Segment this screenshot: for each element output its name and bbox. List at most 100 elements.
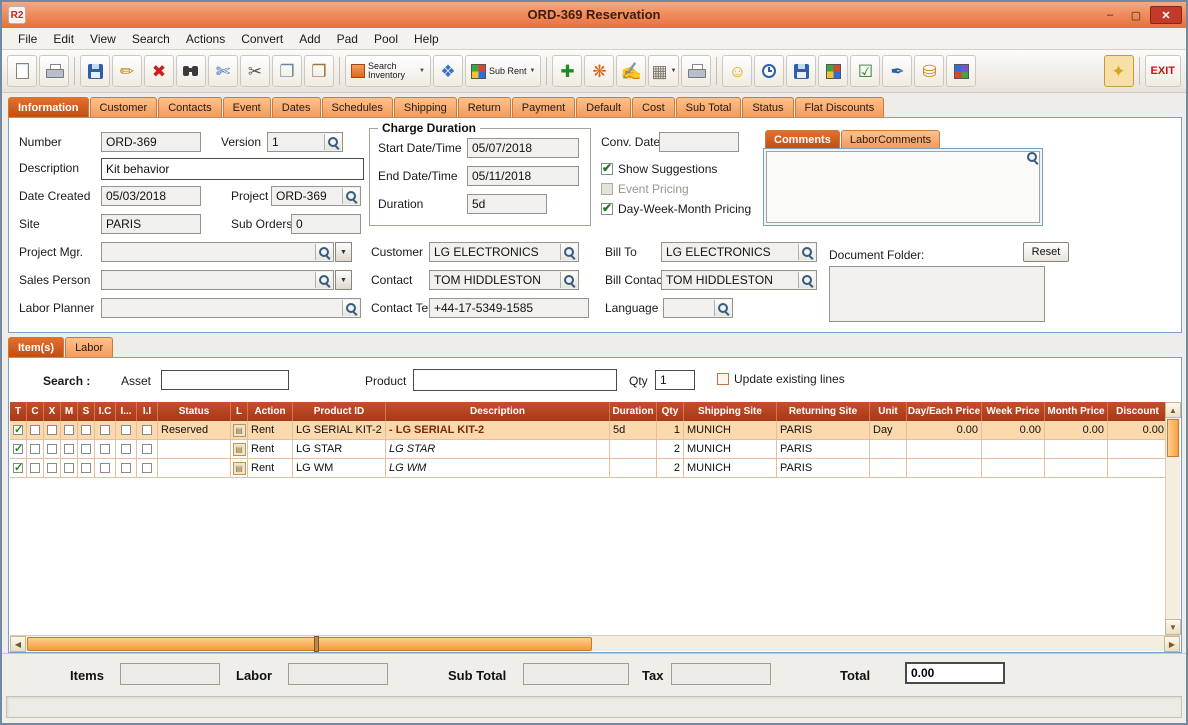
menu-item-pool[interactable]: Pool bbox=[366, 29, 406, 49]
row-checkbox[interactable] bbox=[13, 423, 23, 436]
tab-return[interactable]: Return bbox=[457, 97, 511, 117]
contact-field[interactable]: TOM HIDDLESTON bbox=[429, 270, 579, 290]
conv-date-field[interactable] bbox=[659, 132, 739, 152]
column-header-20[interactable]: Month Price bbox=[1045, 402, 1108, 421]
row-checkbox[interactable] bbox=[142, 444, 152, 454]
bill-contact-field[interactable]: TOM HIDDLESTON bbox=[661, 270, 817, 290]
delete-button[interactable]: ✖ bbox=[144, 55, 174, 87]
menu-item-actions[interactable]: Actions bbox=[178, 29, 233, 49]
version-search-button[interactable] bbox=[324, 134, 341, 150]
tab-schedules[interactable]: Schedules bbox=[321, 97, 393, 117]
table-row[interactable]: Reserved▤RentLG SERIAL KIT-2- LG SERIAL … bbox=[10, 421, 1168, 440]
bill-to-field[interactable]: LG ELECTRONICS bbox=[661, 242, 817, 262]
grid-view-button[interactable]: ▦ ▼ bbox=[648, 55, 680, 87]
table-row[interactable]: ▤RentLG WMLG WM2MUNICHPARIS bbox=[10, 459, 1168, 478]
language-field[interactable] bbox=[663, 298, 733, 318]
tab-sub-total[interactable]: Sub Total bbox=[675, 97, 742, 117]
sales-person-dropdown-button[interactable]: ▼ bbox=[335, 270, 352, 290]
search-inventory-button[interactable]: Search Inventory ▼ bbox=[345, 55, 431, 87]
edit-button[interactable]: ✏ bbox=[112, 55, 142, 87]
show-suggestions-checkbox[interactable]: Show Suggestions bbox=[601, 161, 717, 176]
column-header-6[interactable]: I... bbox=[116, 402, 137, 421]
column-header-13[interactable]: Duration bbox=[610, 402, 657, 421]
line-detail-icon[interactable]: ▤ bbox=[232, 442, 246, 456]
cut-button[interactable]: ✂ bbox=[240, 55, 270, 87]
column-header-8[interactable]: Status bbox=[158, 402, 231, 421]
document-folder-box[interactable] bbox=[829, 266, 1045, 322]
day-week-month-pricing-checkbox[interactable]: Day-Week-Month Pricing bbox=[601, 201, 751, 216]
column-header-15[interactable]: Shipping Site bbox=[684, 402, 777, 421]
scroll-right-button[interactable]: ▶ bbox=[1164, 636, 1180, 652]
project-mgr-field[interactable] bbox=[101, 242, 334, 262]
event-pricing-checkbox[interactable]: Event Pricing bbox=[601, 182, 689, 196]
scroll-left-button[interactable]: ◀ bbox=[10, 636, 26, 652]
comments-box[interactable] bbox=[763, 148, 1043, 226]
magic-wand-button[interactable]: ✦ bbox=[1103, 55, 1134, 87]
tab-customer[interactable]: Customer bbox=[89, 97, 158, 117]
menu-item-convert[interactable]: Convert bbox=[233, 29, 291, 49]
row-checkbox[interactable] bbox=[100, 444, 110, 454]
row-checkbox[interactable] bbox=[121, 444, 131, 454]
checklist-button[interactable]: ☑ bbox=[850, 55, 881, 87]
column-header-9[interactable]: L bbox=[231, 402, 248, 421]
site-field[interactable]: PARIS bbox=[101, 214, 201, 234]
column-header-2[interactable]: X bbox=[44, 402, 61, 421]
row-checkbox[interactable] bbox=[47, 463, 57, 473]
dropdown-arrow-icon[interactable]: ▼ bbox=[529, 68, 535, 74]
row-checkbox[interactable] bbox=[47, 425, 57, 435]
comments-text-area[interactable] bbox=[766, 151, 1040, 223]
line-detail-icon[interactable]: ▤ bbox=[232, 461, 246, 475]
duration-field[interactable]: 5d bbox=[467, 194, 547, 214]
menu-item-help[interactable]: Help bbox=[406, 29, 447, 49]
update-existing-lines-checkbox[interactable]: Update existing lines bbox=[717, 372, 845, 386]
asset-input[interactable] bbox=[161, 370, 289, 390]
tab-default[interactable]: Default bbox=[576, 97, 632, 117]
tab-event[interactable]: Event bbox=[222, 97, 271, 117]
tab-shipping[interactable]: Shipping bbox=[393, 97, 457, 117]
history-button[interactable] bbox=[754, 55, 785, 87]
scroll-down-button[interactable]: ▼ bbox=[1165, 619, 1181, 635]
cut-line-button[interactable]: ✄ bbox=[208, 55, 238, 87]
column-header-17[interactable]: Unit bbox=[870, 402, 907, 421]
column-header-3[interactable]: M bbox=[61, 402, 78, 421]
tab-information[interactable]: Information bbox=[8, 97, 89, 117]
utilities-button[interactable] bbox=[818, 55, 849, 87]
row-checkbox[interactable] bbox=[64, 463, 74, 473]
vertical-scroll-thumb[interactable] bbox=[1167, 419, 1179, 457]
bill-to-search-button[interactable] bbox=[798, 244, 815, 260]
print-list-button[interactable] bbox=[681, 55, 712, 87]
line-detail-icon[interactable]: ▤ bbox=[232, 423, 246, 437]
comments-search-icon[interactable] bbox=[1027, 152, 1038, 163]
row-checkbox[interactable] bbox=[30, 463, 40, 473]
vertical-scrollbar[interactable]: ▲ ▼ bbox=[1165, 402, 1181, 635]
row-checkbox[interactable] bbox=[30, 425, 40, 435]
tab-comments[interactable]: Comments bbox=[765, 130, 840, 148]
tab-payment[interactable]: Payment bbox=[511, 97, 576, 117]
column-header-11[interactable]: Product ID bbox=[293, 402, 386, 421]
crew-button[interactable]: ❋ bbox=[584, 55, 615, 87]
row-checkbox[interactable] bbox=[81, 463, 91, 473]
number-field[interactable]: ORD-369 bbox=[101, 132, 201, 152]
modules-button[interactable] bbox=[946, 55, 977, 87]
row-checkbox[interactable] bbox=[142, 463, 152, 473]
description-field[interactable]: Kit behavior bbox=[101, 158, 364, 180]
horizontal-scrollbar[interactable]: ◀ ▶ bbox=[10, 635, 1180, 652]
pen-button[interactable]: ✒ bbox=[882, 55, 913, 87]
menu-item-view[interactable]: View bbox=[82, 29, 124, 49]
column-header-16[interactable]: Returning Site bbox=[777, 402, 870, 421]
add-line-button[interactable]: ✚ bbox=[552, 55, 583, 87]
tab-labor[interactable]: Labor bbox=[65, 337, 114, 357]
menu-item-search[interactable]: Search bbox=[124, 29, 178, 49]
column-header-1[interactable]: C bbox=[27, 402, 44, 421]
customer-service-button[interactable]: ☺ bbox=[722, 55, 753, 87]
column-header-18[interactable]: Day/Each Price bbox=[907, 402, 982, 421]
row-checkbox[interactable] bbox=[64, 444, 74, 454]
dropdown-arrow-icon[interactable]: ▼ bbox=[671, 68, 677, 74]
menu-item-add[interactable]: Add bbox=[291, 29, 328, 49]
row-checkbox[interactable] bbox=[121, 463, 131, 473]
column-header-0[interactable]: T bbox=[10, 402, 27, 421]
scroll-up-button[interactable]: ▲ bbox=[1165, 402, 1181, 418]
menu-item-pad[interactable]: Pad bbox=[329, 29, 366, 49]
customer-search-button[interactable] bbox=[560, 244, 577, 260]
customer-field[interactable]: LG ELECTRONICS bbox=[429, 242, 579, 262]
